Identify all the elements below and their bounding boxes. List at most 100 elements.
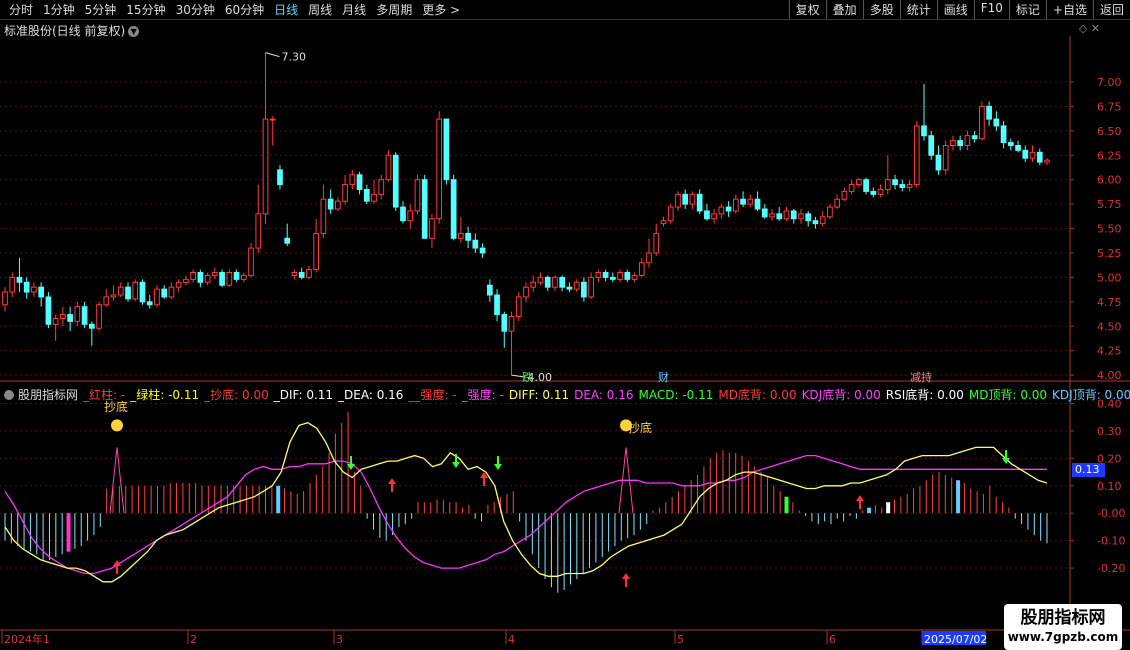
candle-body-71 (515, 296, 522, 317)
candle-body-128 (928, 135, 935, 156)
down-arrow-icon-1 (452, 454, 460, 468)
candle-body-109 (790, 210, 797, 220)
candle-body-125 (906, 184, 913, 189)
candle-body-32 (233, 272, 240, 280)
candle-body-20 (146, 301, 153, 306)
bottom-spike-0 (109, 447, 125, 514)
ind-y-tick-label-3: 0.10 (1097, 480, 1122, 493)
candle-body-82 (595, 272, 602, 278)
candle-body-15 (110, 294, 117, 298)
candle-body-4 (31, 286, 37, 293)
candle-body-45 (327, 198, 334, 210)
candle-body-31 (226, 272, 233, 286)
indicator-value-4: _DEA: 0.16 (338, 387, 404, 402)
signal-bar-1 (276, 485, 281, 514)
candle-body-26 (190, 272, 196, 280)
x-tick-label-6: 2025/07/02 (924, 633, 987, 646)
y-tick-label-7: 5.25 (1097, 247, 1122, 260)
indicator-value-12: RSI底背: 0.00 (885, 388, 964, 402)
indicator-value-1: _绿柱: -0.11 (130, 388, 200, 402)
candle-body-75 (544, 276, 551, 288)
candle-body-136 (986, 105, 992, 120)
candle-body-98 (711, 213, 717, 220)
candle-body-40 (291, 272, 298, 276)
candle-body-119 (863, 179, 869, 192)
up-arrow-icon-3 (622, 573, 630, 587)
candle-body-100 (725, 206, 732, 212)
event-marker-2: 减持 (910, 370, 932, 384)
candle-body-61 (443, 118, 450, 181)
candle-body-60 (436, 118, 443, 220)
candle-body-105 (761, 208, 768, 218)
candle-body-88 (638, 262, 645, 276)
y-tick-label-5: 5.75 (1097, 198, 1122, 211)
candle-body-91 (660, 220, 667, 225)
candle-body-22 (161, 288, 168, 298)
candle-body-144 (1044, 159, 1050, 163)
candle-body-111 (805, 213, 812, 222)
y-tick-label-10: 4.50 (1097, 320, 1122, 333)
candle-body-24 (175, 281, 182, 288)
y-tick-label-8: 5.00 (1097, 271, 1122, 284)
y-tick-label-4: 6.00 (1097, 174, 1122, 187)
candle-body-120 (870, 190, 877, 195)
ind-y-tick-label-1: 0.30 (1097, 425, 1122, 438)
candle-body-85 (617, 272, 623, 280)
candle-body-138 (1000, 125, 1007, 144)
candle-body-47 (342, 184, 348, 202)
candle-body-123 (892, 179, 898, 186)
y-tick-label-2: 6.50 (1097, 125, 1122, 138)
candle-body-62 (450, 179, 457, 239)
candle-body-28 (204, 274, 211, 283)
candle-body-103 (747, 198, 754, 205)
candle-body-101 (732, 198, 739, 212)
indicator-value-5: __强度: - (408, 388, 457, 402)
candle-body-33 (240, 274, 247, 280)
candle-body-37 (269, 118, 276, 121)
candle-body-8 (60, 314, 66, 319)
candle-body-110 (798, 213, 804, 220)
candle-body-99 (718, 206, 725, 215)
candle-body-93 (675, 193, 681, 208)
candle-body-41 (298, 272, 305, 278)
signal-bar-4 (886, 502, 891, 514)
indicator-value-8: DEA: 0.16 (574, 387, 634, 402)
candle-body-132 (957, 140, 964, 146)
y-tick-label-0: 7.00 (1097, 76, 1122, 89)
candle-body-67 (486, 284, 493, 296)
candle-body-3 (23, 281, 30, 293)
candle-body-92 (667, 206, 674, 222)
indicator-name[interactable]: 股朋指标网 (18, 386, 78, 403)
candle-body-0 (2, 291, 8, 306)
watermark-title: 股朋指标网 (1020, 608, 1106, 628)
candle-body-29 (211, 272, 218, 276)
candle-body-39 (284, 237, 291, 244)
candle-body-140 (1015, 144, 1021, 151)
candle-body-49 (356, 174, 363, 190)
candle-body-94 (682, 193, 689, 205)
y-tick-label-1: 6.75 (1097, 100, 1122, 113)
candle-body-116 (841, 190, 848, 200)
candle-body-133 (964, 135, 971, 146)
candle-body-70 (508, 315, 515, 332)
indicator-settings-icon[interactable] (4, 389, 14, 400)
candle-body-23 (168, 286, 175, 298)
x-tick-label-0: 2024年1 (4, 632, 50, 646)
signal-bar-0 (66, 513, 71, 552)
y-tick-label-9: 4.75 (1097, 296, 1122, 309)
candle-body-53 (385, 154, 392, 181)
high-label: 7.30 (282, 51, 307, 64)
candle-body-64 (465, 232, 471, 241)
candle-body-12 (88, 323, 95, 329)
candle-body-46 (335, 200, 341, 210)
candle-body-55 (400, 206, 406, 222)
candle-body-83 (602, 272, 609, 278)
candle-body-127 (921, 125, 927, 137)
candle-body-34 (248, 247, 254, 276)
y-tick-label-12: 4.00 (1097, 369, 1122, 382)
candle-body-10 (74, 306, 81, 322)
indicator-value-13: MD顶背: 0.00 (968, 388, 1048, 402)
candle-body-117 (848, 184, 855, 192)
y-tick-label-11: 4.25 (1097, 345, 1122, 358)
candle-body-95 (689, 193, 696, 205)
